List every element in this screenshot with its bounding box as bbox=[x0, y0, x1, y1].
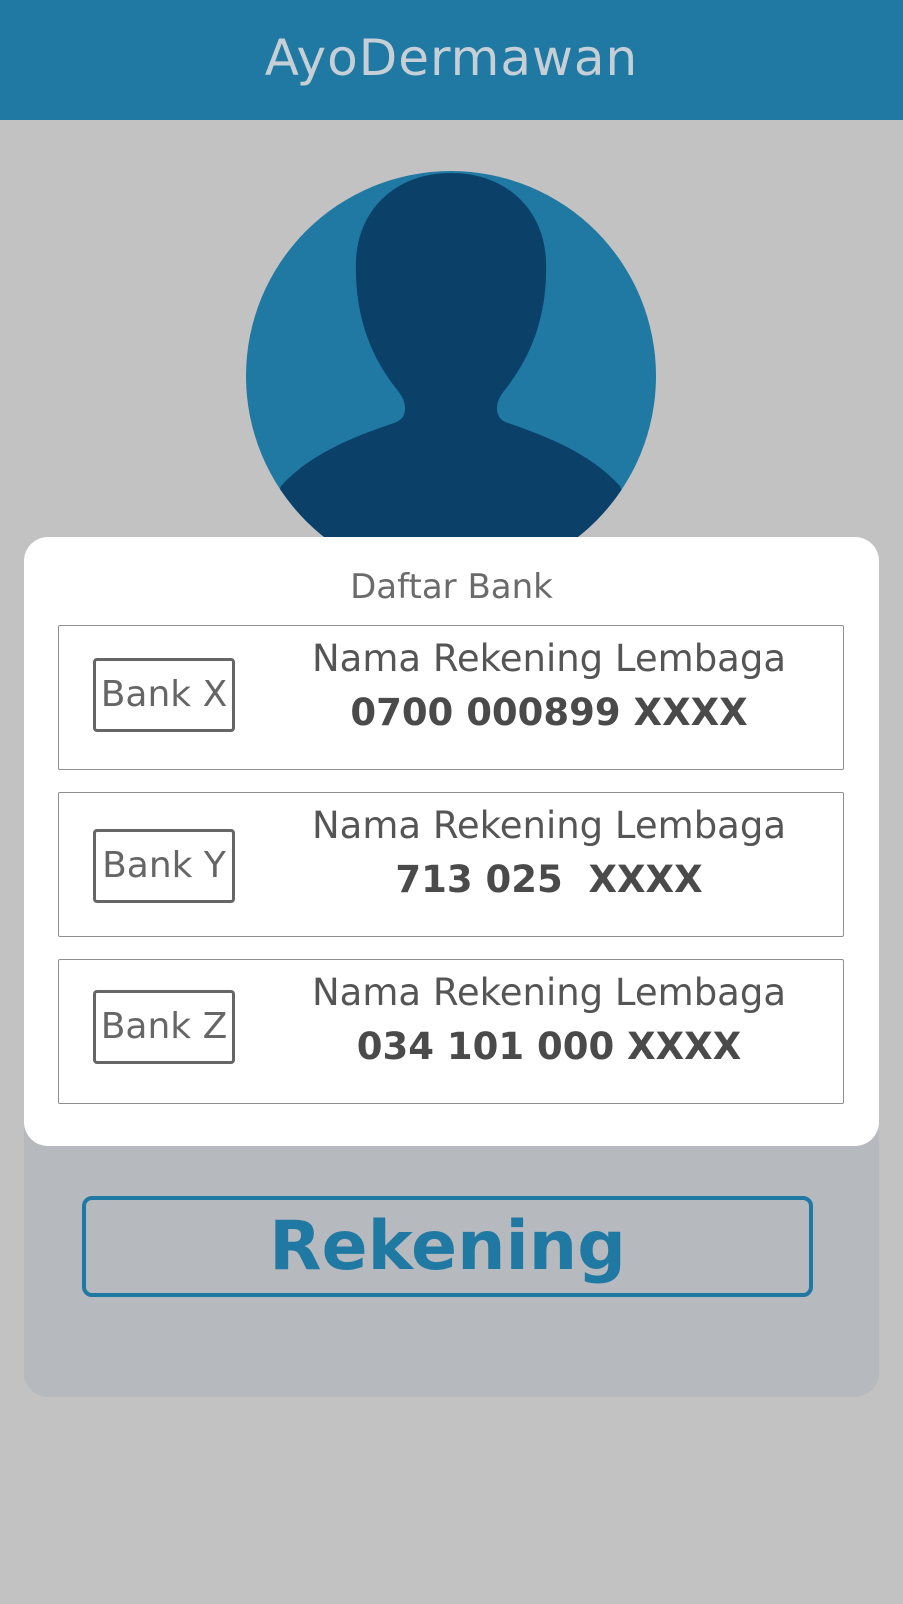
bank-logo-y: Bank Y bbox=[93, 829, 235, 903]
account-name: Nama Rekening Lembaga bbox=[311, 804, 787, 847]
bank-row-x[interactable]: Bank X Nama Rekening Lembaga 0700 000899… bbox=[58, 625, 844, 770]
account-name: Nama Rekening Lembaga bbox=[311, 971, 787, 1014]
bank-row-y[interactable]: Bank Y Nama Rekening Lembaga 713 025 XXX… bbox=[58, 792, 844, 937]
account-number: 034 101 000 XXXX bbox=[356, 1025, 742, 1068]
profile-avatar bbox=[246, 171, 656, 581]
account-name: Nama Rekening Lembaga bbox=[311, 637, 787, 680]
account-number: 0700 000899 XXXX bbox=[350, 691, 748, 734]
app-header: AyoDermawan bbox=[0, 0, 903, 120]
rekening-button[interactable]: Rekening bbox=[82, 1196, 813, 1297]
bank-list-card: Daftar Bank Bank X Nama Rekening Lembaga… bbox=[24, 537, 879, 1146]
user-silhouette-icon bbox=[246, 171, 656, 581]
bank-list-title: Daftar Bank bbox=[350, 567, 553, 607]
app-title: AyoDermawan bbox=[264, 29, 639, 87]
account-number: 713 025 XXXX bbox=[395, 858, 703, 901]
bank-logo-x: Bank X bbox=[93, 658, 235, 732]
bank-row-z[interactable]: Bank Z Nama Rekening Lembaga 034 101 000… bbox=[58, 959, 844, 1104]
bank-logo-z: Bank Z bbox=[93, 990, 235, 1064]
